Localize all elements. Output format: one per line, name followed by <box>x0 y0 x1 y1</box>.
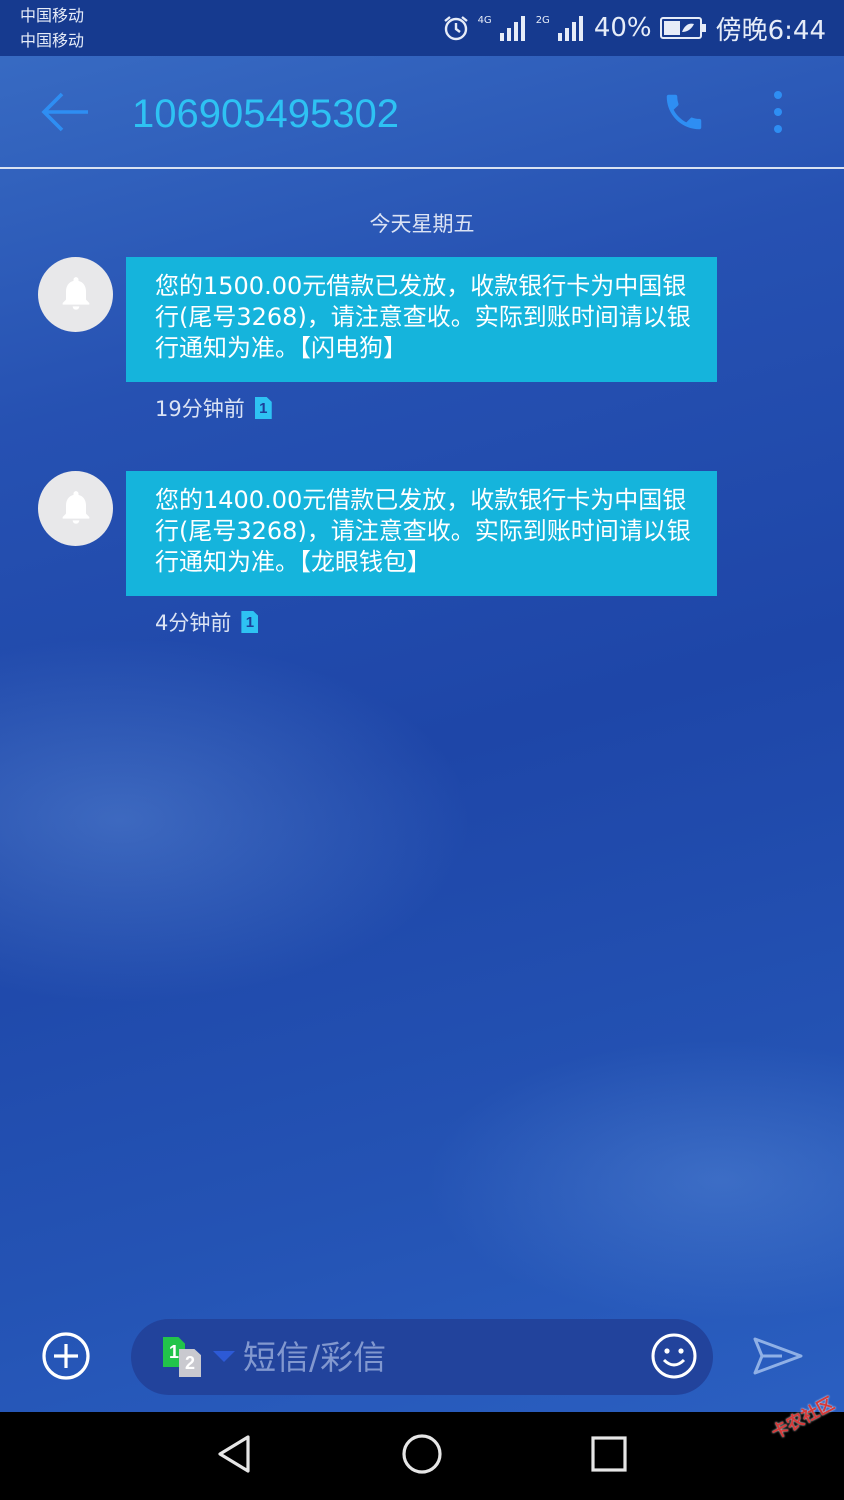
call-button[interactable] <box>656 86 712 142</box>
network-2-label: 2G <box>535 14 550 26</box>
square-recent-icon <box>589 1434 629 1478</box>
nav-back-button[interactable] <box>208 1432 260 1480</box>
nav-recent-apps-button[interactable] <box>583 1432 635 1480</box>
send-icon <box>752 1336 804 1380</box>
date-separator: 今天星期五 <box>369 212 475 236</box>
more-vertical-icon <box>772 90 784 138</box>
message-time: 4分钟前 <box>155 611 232 635</box>
nav-home-button[interactable] <box>396 1432 448 1480</box>
carrier-2-label: 中国移动 <box>20 31 85 50</box>
circle-home-icon <box>400 1432 444 1480</box>
status-bar: 中国移动 中国移动 4G 2G 40% 傍晚6:44 <box>0 0 844 56</box>
clock-time: 傍晚6:44 <box>715 15 826 46</box>
message-time: 19分钟前 <box>155 397 245 421</box>
bell-icon <box>56 273 96 317</box>
bell-icon <box>56 487 96 531</box>
signal-2-icon <box>557 15 586 41</box>
composer-bar: 1 2 <box>131 1319 713 1395</box>
navigation-bar <box>0 1412 844 1500</box>
conversation-header: 106905495302 <box>0 56 844 167</box>
signal-1-icon <box>499 15 528 41</box>
alarm-icon <box>442 14 470 42</box>
emoji-button[interactable] <box>649 1333 699 1383</box>
sim-card-icon: 1 <box>241 611 259 633</box>
more-options-button[interactable] <box>752 86 804 142</box>
arrow-left-icon <box>38 90 90 138</box>
plus-circle-icon <box>41 1331 91 1385</box>
chevron-down-icon <box>213 1351 235 1362</box>
sim-selector[interactable]: 1 2 <box>159 1335 239 1381</box>
triangle-back-icon <box>214 1433 254 1479</box>
sender-avatar[interactable] <box>38 257 113 332</box>
phone-icon <box>661 89 707 139</box>
header-divider <box>0 167 844 169</box>
message-meta: 4分钟前 1 <box>155 607 259 637</box>
message-bubble[interactable]: 您的1400.00元借款已发放，收款银行卡为中国银行(尾号3268)，请注意查收… <box>126 471 717 596</box>
carrier-1-label: 中国移动 <box>20 6 85 25</box>
status-icons: 4G 2G 40% 傍晚6:44 <box>442 8 826 48</box>
contact-number-title: 106905495302 <box>132 92 399 136</box>
send-button[interactable] <box>748 1330 808 1386</box>
message-bubble[interactable]: 您的1500.00元借款已发放，收款银行卡为中国银行(尾号3268)，请注意查收… <box>126 257 717 382</box>
message-meta: 19分钟前 1 <box>155 393 272 423</box>
battery-icon <box>659 16 708 40</box>
message-input[interactable] <box>243 1331 623 1383</box>
back-button[interactable] <box>36 86 92 142</box>
battery-percent: 40% <box>593 13 652 43</box>
sim-2-icon: 2 <box>179 1349 201 1377</box>
network-1-label: 4G <box>477 14 492 26</box>
add-attachment-button[interactable] <box>38 1330 94 1386</box>
smiley-icon <box>650 1332 698 1384</box>
sim-card-icon: 1 <box>254 397 272 419</box>
sender-avatar[interactable] <box>38 471 113 546</box>
